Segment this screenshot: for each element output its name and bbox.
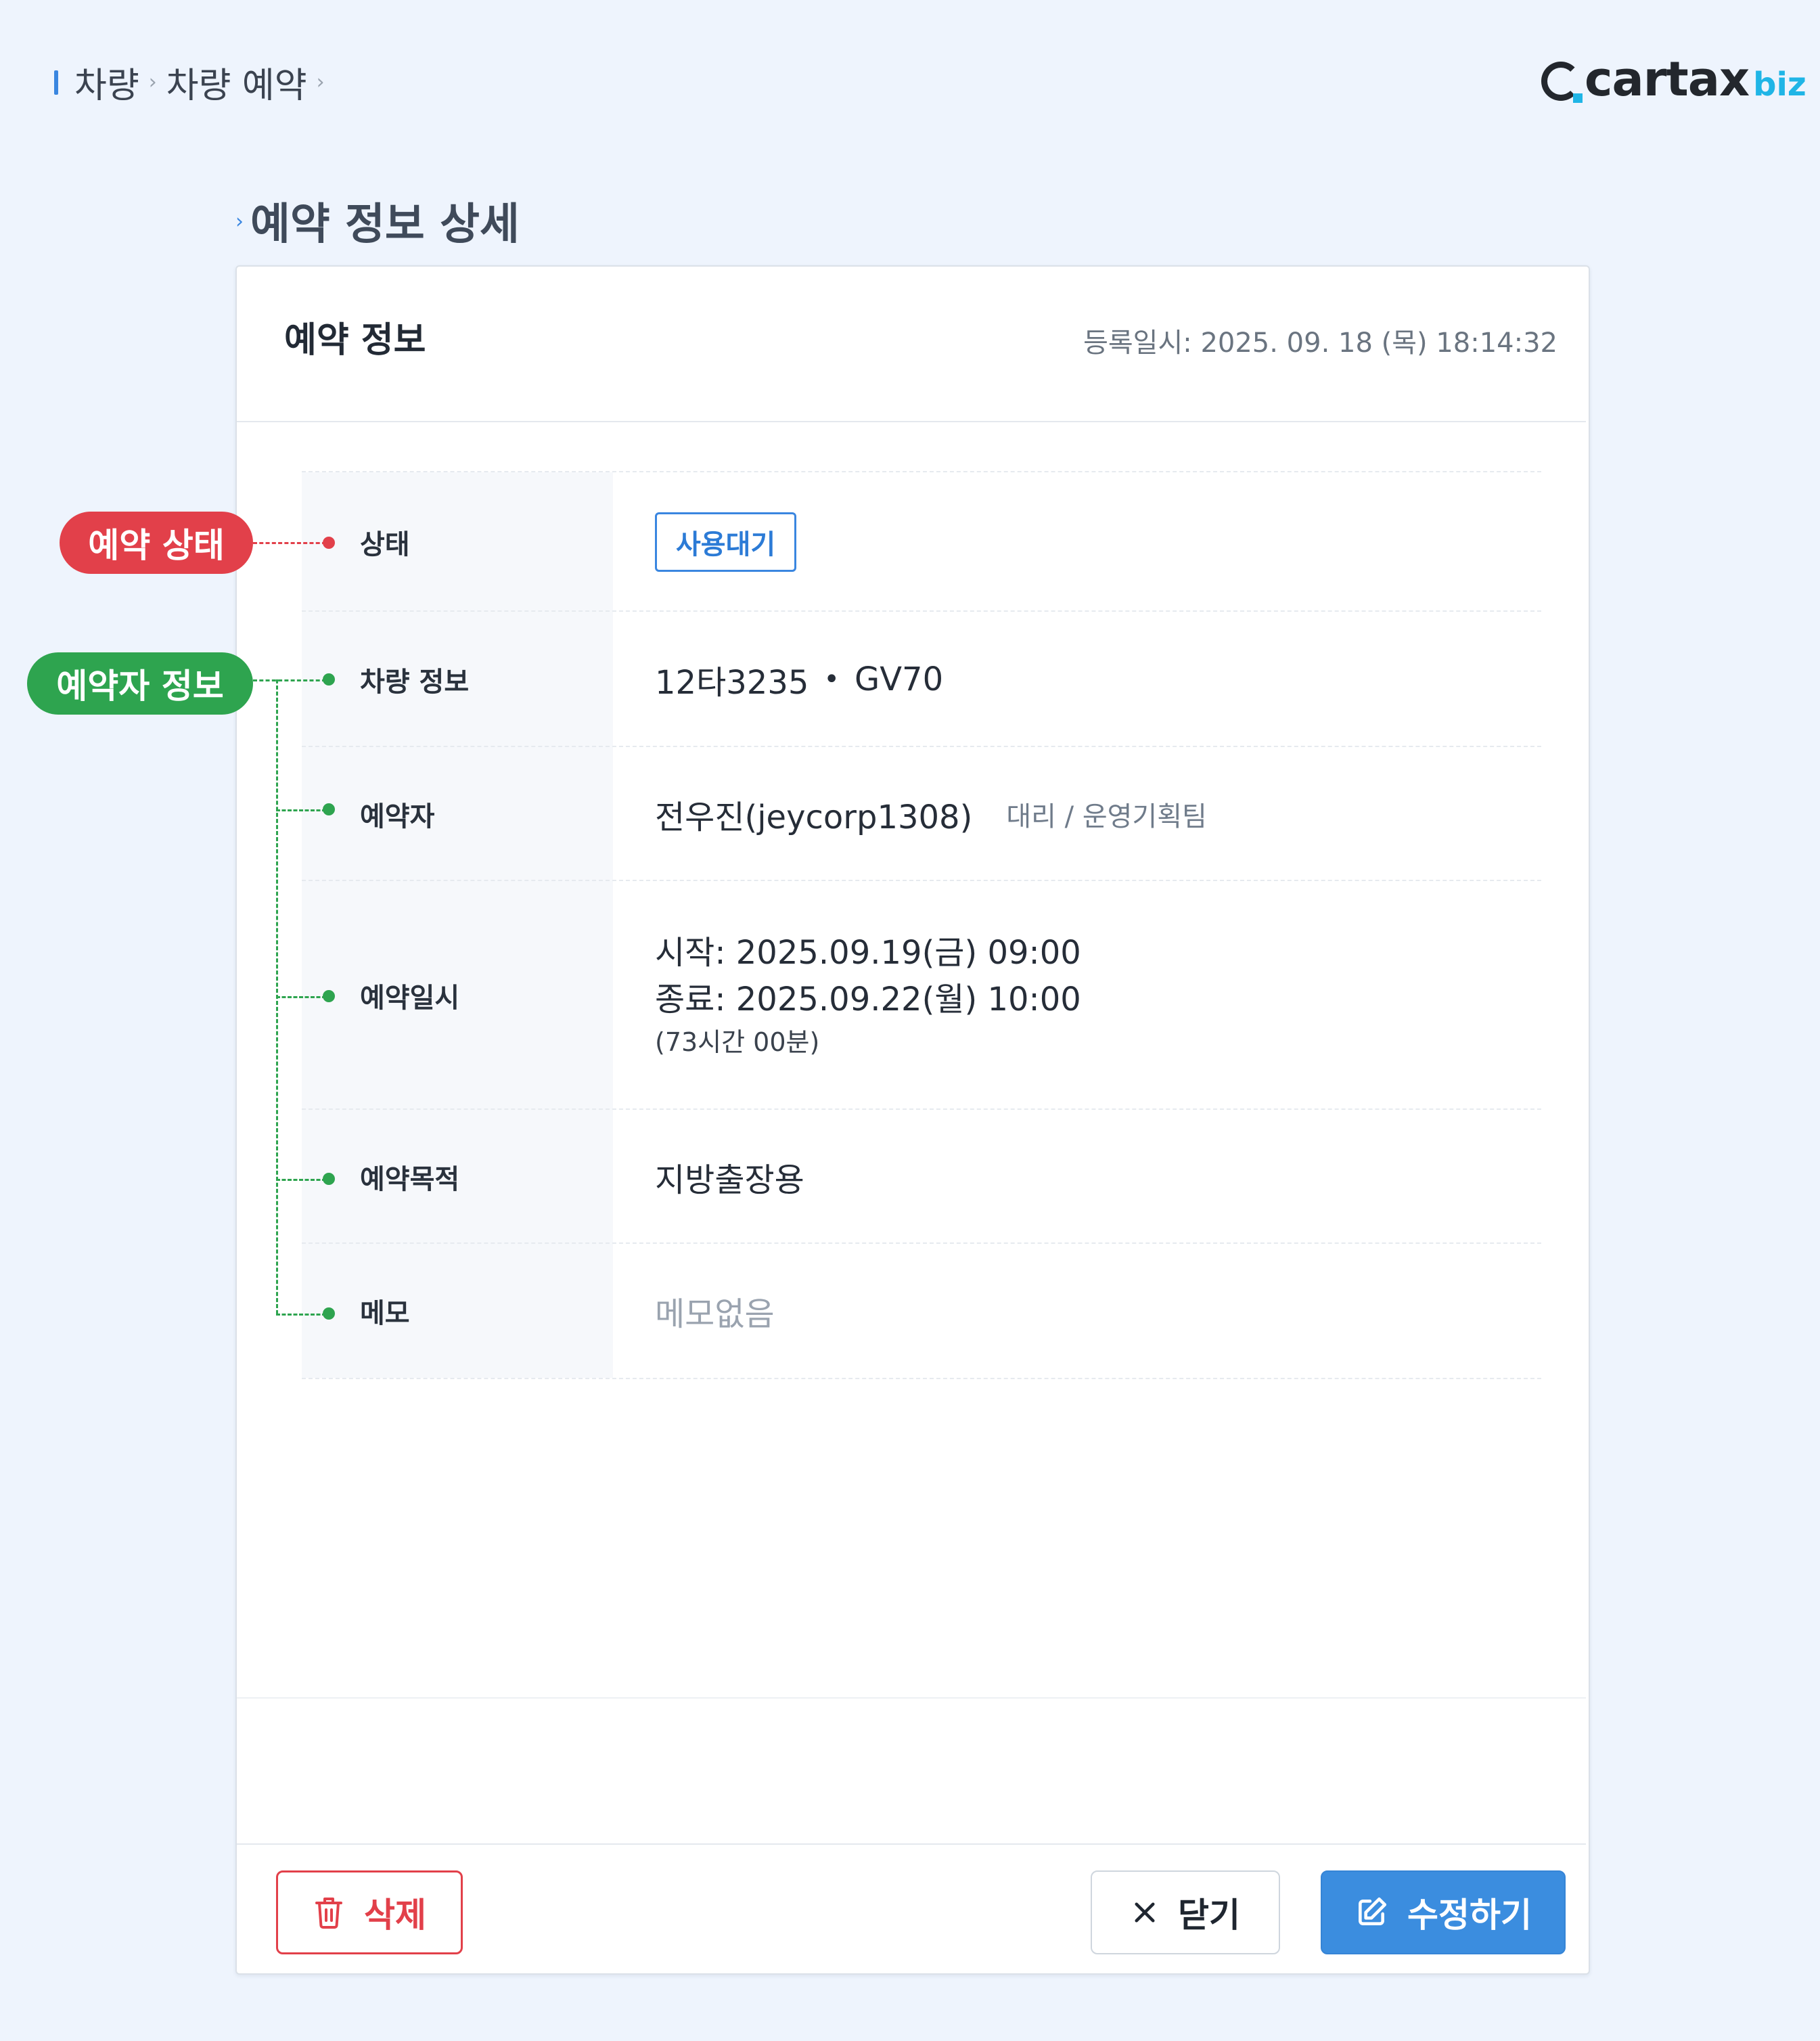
annotation-connector-purpose [276, 1179, 326, 1181]
reservation-start: 시작: 2025.09.19(금) 09:00 [655, 933, 1081, 972]
trash-icon [313, 1895, 345, 1930]
breadcrumb-separator: › [316, 70, 325, 94]
logo-name: cartax [1585, 51, 1750, 107]
page-title: 예약 정보 상세 [250, 200, 520, 250]
status-badge: 사용대기 [655, 512, 797, 572]
row-value-reserver: 전우진(jeycorp1308) 대리 / 운영기획팀 [613, 747, 1541, 881]
annotation-dot-vehicle [323, 673, 335, 686]
vehicle-plate: 12타3235 [655, 664, 809, 702]
row-label-memo: 메모 [302, 1244, 613, 1378]
close-button-label: 닫기 [1178, 1896, 1240, 1935]
logo-suffix: biz [1753, 66, 1806, 104]
detail-row-vehicle: 차량 정보 12타3235 • GV70 [302, 610, 1541, 747]
breadcrumb-item-vehicle[interactable]: 차량 [74, 57, 139, 108]
row-label-status: 상태 [302, 472, 613, 612]
annotation-connector-memo [276, 1314, 326, 1316]
row-label-purpose: 예약목적 [302, 1110, 613, 1244]
card-title: 예약 정보 [284, 320, 426, 361]
annotation-dot-purpose [323, 1173, 335, 1185]
edit-icon [1355, 1896, 1388, 1929]
row-value-memo: 메모없음 [655, 1295, 775, 1333]
reserver-position-team: 대리 / 운영기획팀 [1006, 801, 1207, 832]
annotation-dot-memo [323, 1307, 335, 1320]
vehicle-model: GV70 [855, 660, 944, 698]
annotation-connector-datetime [276, 996, 326, 998]
edit-button[interactable]: 수정하기 [1321, 1870, 1566, 1954]
breadcrumb-item-vehicle-reservation[interactable]: 차량 예약 [166, 57, 307, 108]
close-icon [1131, 1898, 1159, 1927]
footer-divider [237, 1843, 1586, 1845]
annotation-dot-reserver [323, 803, 335, 815]
registered-datetime: 등록일시: 2025. 09. 18 (목) 18:14:32 [1083, 328, 1557, 359]
row-value-datetime: 시작: 2025.09.19(금) 09:00 종료: 2025.09.22(월… [613, 881, 1541, 1110]
annotation-status-connector [253, 542, 326, 544]
cartax-logo-icon [1541, 62, 1583, 103]
row-label-reserver: 예약자 [302, 747, 613, 881]
edit-button-label: 수정하기 [1407, 1896, 1532, 1935]
row-value-vehicle: 12타3235 • GV70 [613, 612, 1541, 747]
annotation-reserver-connector [253, 679, 326, 681]
detail-row-reserver: 예약자 전우진(jeycorp1308) 대리 / 운영기획팀 [302, 746, 1541, 881]
annotation-connector-reserver [276, 809, 326, 811]
detail-row-datetime: 예약일시 시작: 2025.09.19(금) 09:00 종료: 2025.09… [302, 880, 1541, 1110]
close-button[interactable]: 닫기 [1091, 1870, 1280, 1954]
annotation-status-pill: 예약 상태 [60, 512, 253, 574]
detail-row-status: 상태 사용대기 [302, 471, 1541, 612]
row-label-vehicle: 차량 정보 [302, 612, 613, 747]
row-value-purpose: 지방출장용 [655, 1161, 804, 1199]
cartax-logo: cartax biz [1541, 51, 1806, 107]
annotation-reserver-pill: 예약자 정보 [27, 652, 253, 715]
annotation-status-dot [323, 537, 335, 549]
reserver-name: 전우진(jeycorp1308) [655, 799, 973, 836]
breadcrumb: 차량 › 차량 예약 › [74, 57, 325, 108]
delete-button-label: 삭제 [364, 1896, 426, 1935]
section-title-arrow-icon: › [235, 210, 244, 233]
detail-row-purpose: 예약목적 지방출장용 [302, 1108, 1541, 1244]
breadcrumb-separator: › [148, 70, 157, 94]
reservation-end: 종료: 2025.09.22(월) 10:00 [655, 981, 1081, 1019]
breadcrumb-accent-bar [54, 70, 58, 95]
delete-button[interactable]: 삭제 [276, 1870, 463, 1954]
reservation-duration: (73시간 00분) [655, 1027, 820, 1058]
detail-row-memo: 메모 메모없음 [302, 1242, 1541, 1379]
row-value-status: 사용대기 [613, 472, 1541, 612]
vehicle-separator: • [823, 664, 840, 695]
annotation-dot-datetime [323, 990, 335, 1002]
footer-divider-light [237, 1697, 1586, 1699]
row-label-datetime: 예약일시 [302, 881, 613, 1110]
